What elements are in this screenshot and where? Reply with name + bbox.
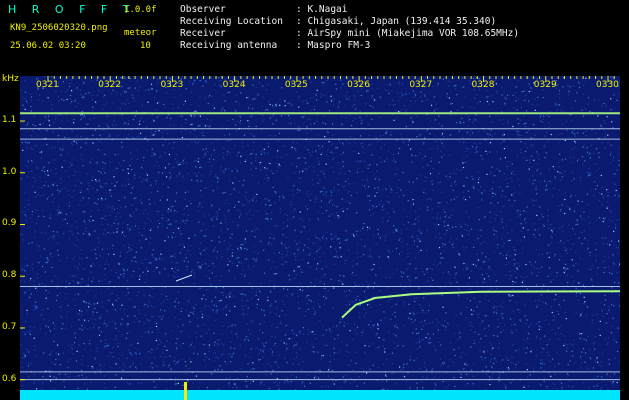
app-title: H R O F F T <box>8 3 136 16</box>
y-tick-1.1: 1.1 <box>2 115 17 126</box>
x-tick-0327: 0327 <box>409 80 432 90</box>
x-tick-0325: 0325 <box>285 80 308 90</box>
y-tick-1.0: 1.0 <box>2 166 17 177</box>
x-tick-0323: 0323 <box>160 80 183 90</box>
spectrogram: 0321 0322 0323 0324 0325 0326 0327 0328 0329 0330 <box>20 76 620 400</box>
location-value: : Chigasaki, Japan (139.414 35.340) <box>296 16 497 27</box>
app-version: 1.0.0f <box>124 5 157 15</box>
y-tick-0.6: 0.6 <box>2 373 17 384</box>
meteor-label: meteor <box>124 28 157 38</box>
y-tick-0.9: 0.9 <box>2 218 17 229</box>
y-tick-0.7: 0.7 <box>2 321 17 332</box>
receiver-key: Receiver <box>180 28 226 39</box>
observer-value: : K.Nagai <box>296 4 348 15</box>
meteor-count: 10 <box>140 41 151 51</box>
date-time: 25.06.02 03:20 <box>10 41 86 51</box>
noise-floor-spike <box>184 382 187 400</box>
noise-floor <box>20 390 620 400</box>
antenna-value: : Maspro FM-3 <box>296 40 371 51</box>
y-tick-0.8: 0.8 <box>2 270 17 281</box>
spectrogram-background <box>20 76 620 400</box>
file-name: KN9_2506020320.png <box>10 23 108 33</box>
x-tick-0321: 0321 <box>36 80 59 90</box>
x-tick-0322: 0322 <box>98 80 121 90</box>
header-panel: H R O F F T 1.0.0f KN9_2506020320.png me… <box>0 0 629 76</box>
antenna-key: Receiving antenna <box>180 40 278 51</box>
location-key: Receiving Location <box>180 16 283 27</box>
receiver-value: : AirSpy mini (Miakejima VOR 108.65MHz) <box>296 28 520 39</box>
observer-key: Observer <box>180 4 226 15</box>
y-axis-label: kHz <box>2 74 19 84</box>
